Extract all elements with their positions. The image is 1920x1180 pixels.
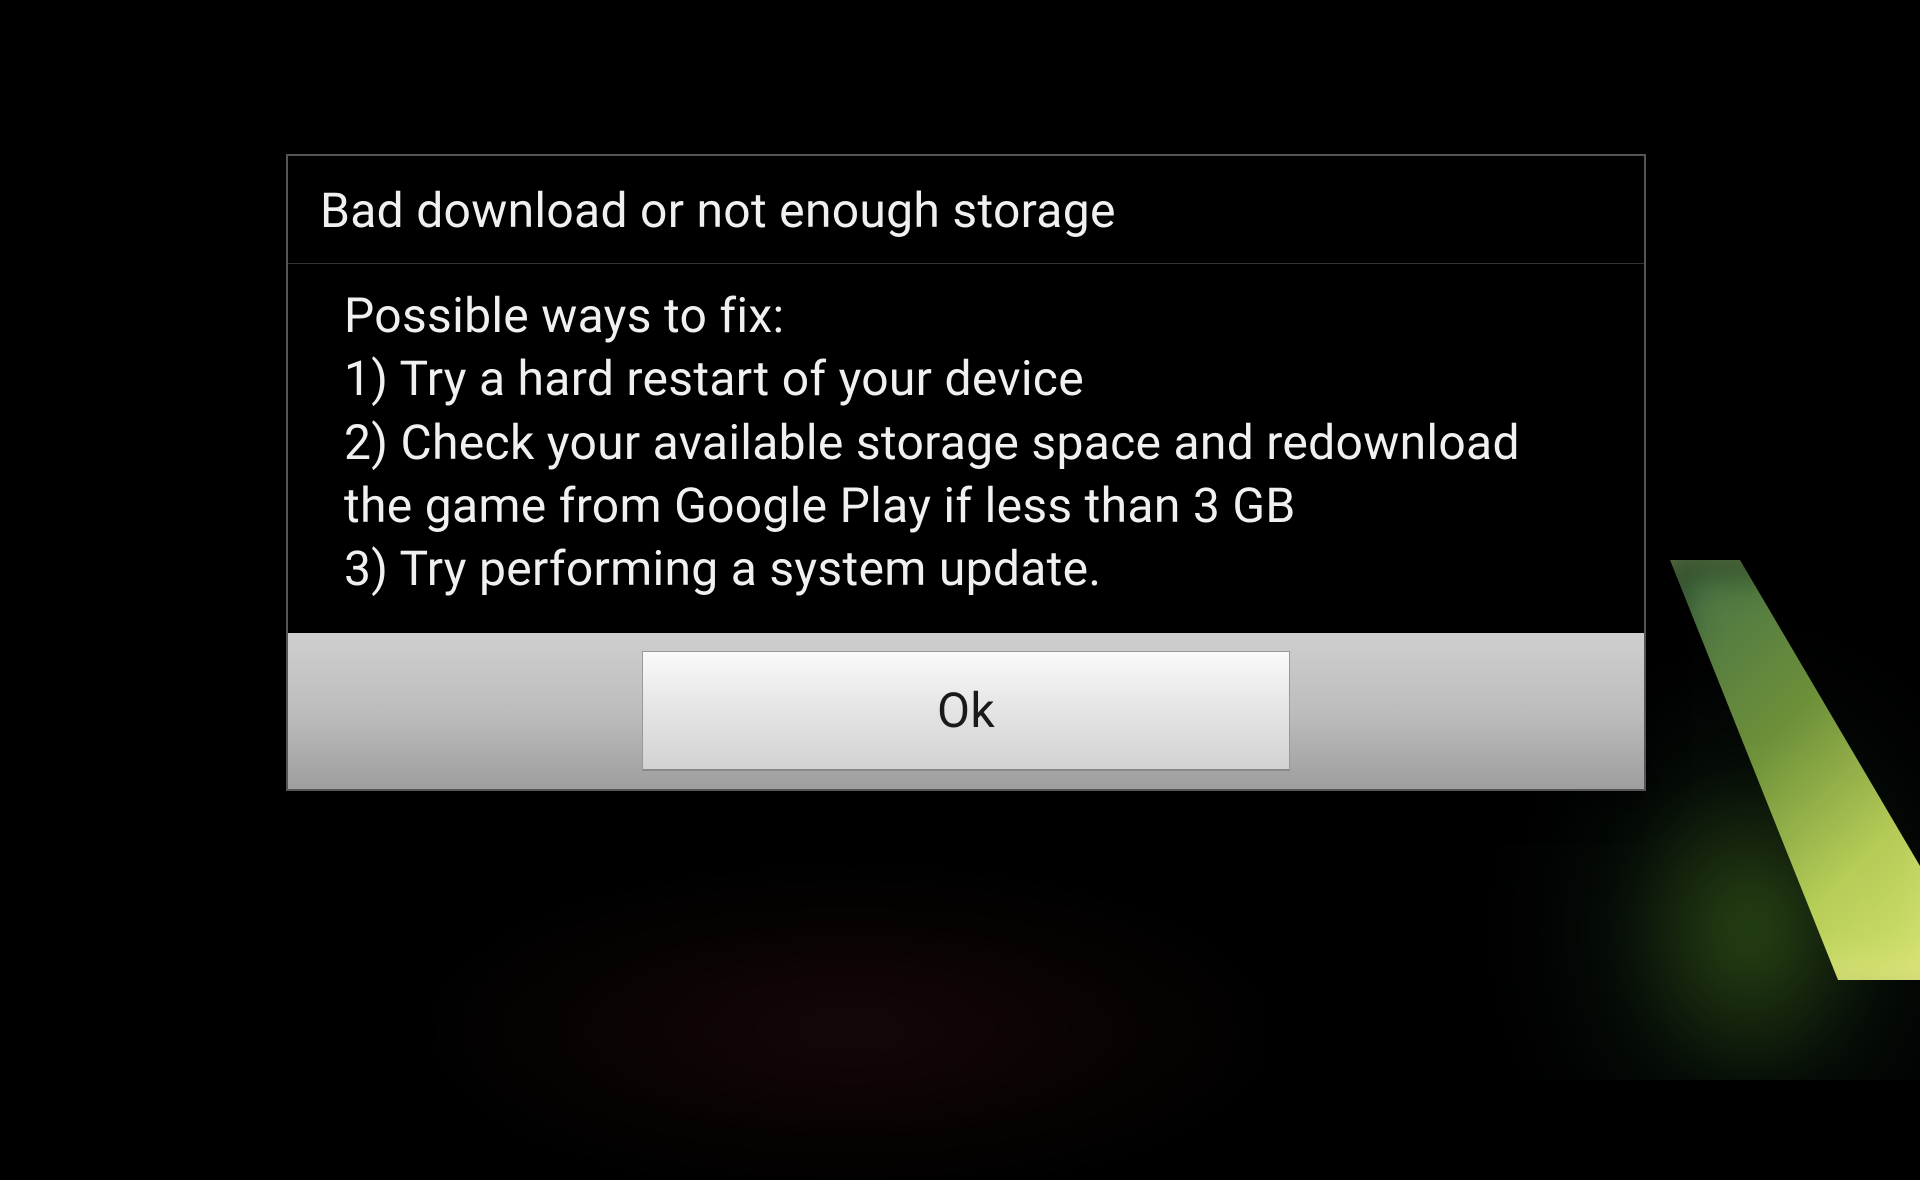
dialog-footer: Ok	[288, 633, 1644, 789]
ok-button[interactable]: Ok	[642, 651, 1290, 771]
dialog-title: Bad download or not enough storage	[288, 156, 1644, 263]
error-dialog: Bad download or not enough storage Possi…	[286, 154, 1646, 791]
background-glow	[400, 880, 1300, 1180]
dialog-body: Possible ways to fix:1) Try a hard resta…	[288, 264, 1644, 633]
